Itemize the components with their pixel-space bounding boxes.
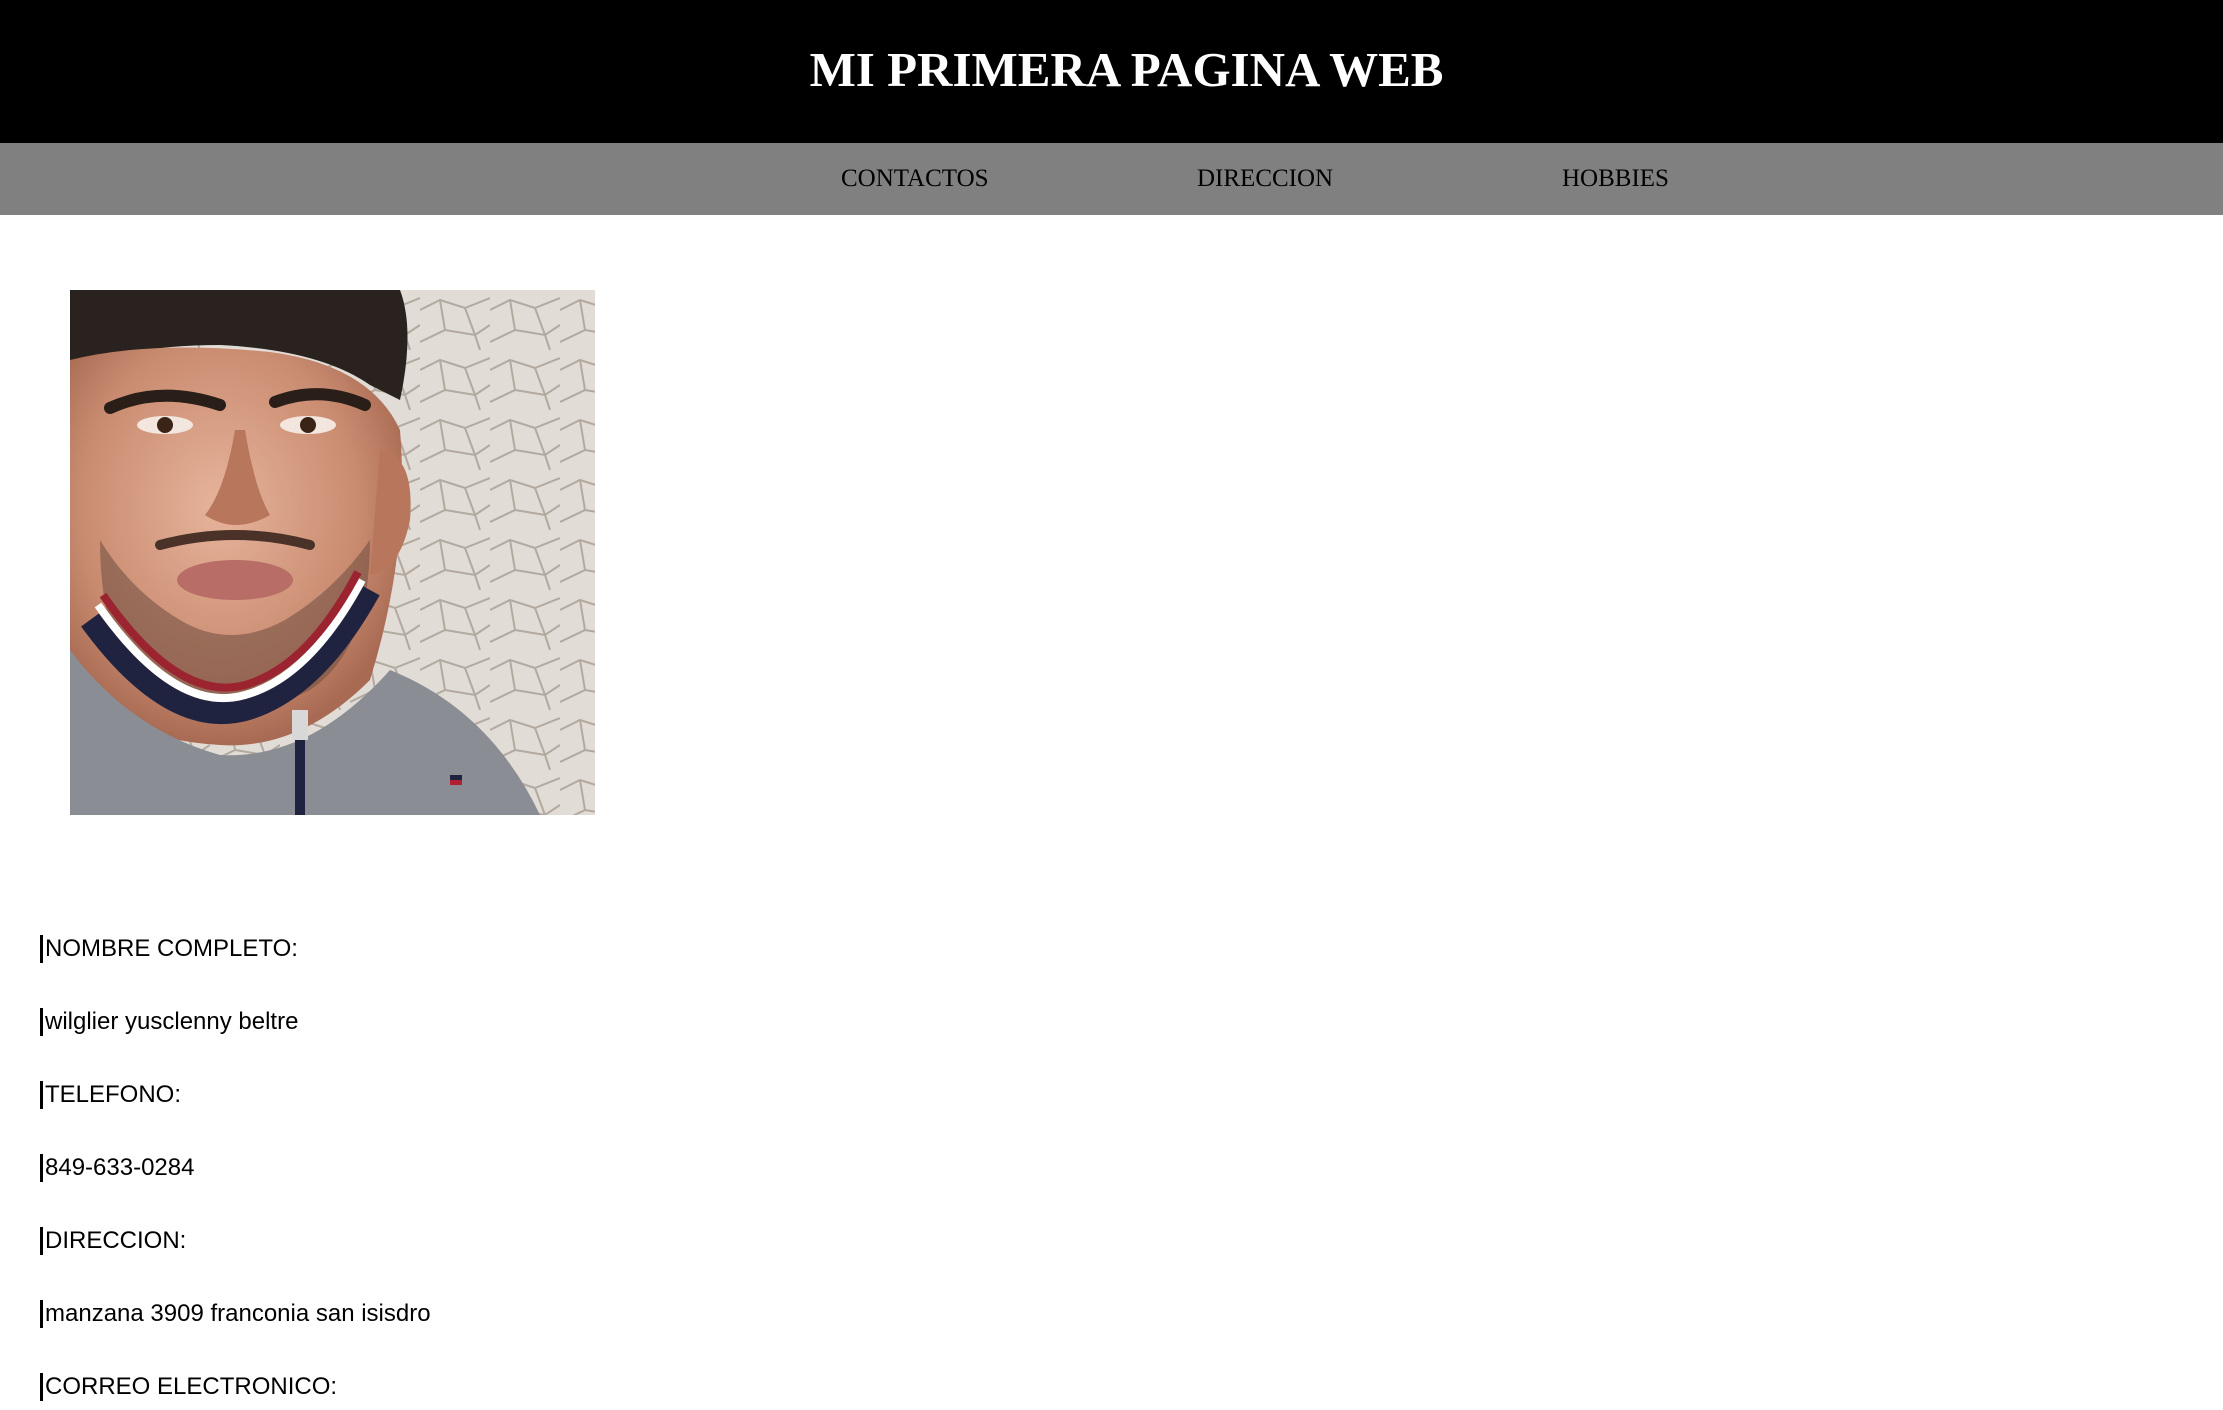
label-nombre-completo: NOMBRE COMPLETO: [40,932,298,966]
text-caret [40,1081,43,1109]
field-text: TELEFONO: [45,1081,182,1108]
label-direccion: DIRECCION: [40,1224,186,1258]
text-caret [40,1154,43,1182]
nav-bar: CONTACTOS DIRECCION HOBBIES [0,143,2223,215]
page-title: MI PRIMERA PAGINA WEB [809,42,1444,97]
value-direccion: manzana 3909 franconia san isisdro [40,1297,431,1331]
portrait-image [70,290,595,815]
label-telefono: TELEFONO: [40,1078,181,1112]
site-header: MI PRIMERA PAGINA WEB [0,0,2223,143]
text-caret [40,1008,43,1036]
value-nombre: wilglier yusclenny beltre [40,1005,298,1039]
field-text: NOMBRE COMPLETO: [45,935,298,962]
nav-item-direccion[interactable]: DIRECCION [1197,163,1333,195]
field-text: 849-633-0284 [45,1154,195,1181]
nav-item-hobbies[interactable]: HOBBIES [1562,163,1669,195]
text-caret [40,1300,43,1328]
field-text: CORREO ELECTRONICO: [45,1373,338,1400]
text-caret [40,1227,43,1255]
label-correo-electronico: CORREO ELECTRONICO: [40,1370,337,1404]
text-caret [40,1373,43,1401]
field-text: DIRECCION: [45,1227,187,1254]
text-caret [40,935,43,963]
profile-photo [70,290,595,815]
field-text: manzana 3909 franconia san isisdro [45,1300,431,1327]
value-telefono: 849-633-0284 [40,1151,194,1185]
nav-item-contactos[interactable]: CONTACTOS [841,163,989,195]
field-text: wilglier yusclenny beltre [45,1008,299,1035]
